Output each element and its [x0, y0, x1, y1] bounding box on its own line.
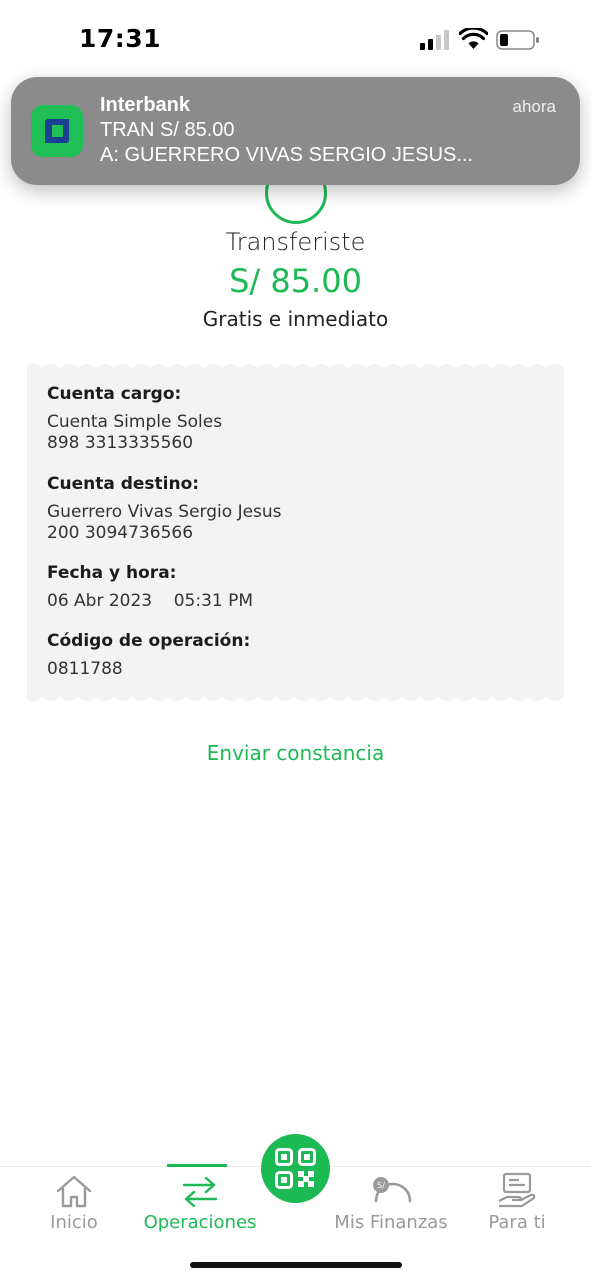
transfer-amount: S/ 85.00	[229, 262, 362, 300]
card-hand-icon	[498, 1172, 536, 1208]
notification-body: A: GUERRERO VIVAS SERGIO JESUS...	[100, 144, 474, 166]
qr-code-icon	[275, 1148, 316, 1189]
fecha-section: Fecha y hora: 06 Abr 2023 05:31 PM	[47, 563, 253, 612]
home-indicator[interactable]	[190, 1262, 402, 1268]
signal-icon	[420, 30, 449, 50]
fecha-value: 06 Abr 2023 05:31 PM	[47, 591, 254, 611]
cuenta-destino-number: 200 3094736566	[47, 523, 194, 543]
status-bar: 17:31	[0, 0, 591, 80]
cuenta-destino-label: Cuenta destino:	[47, 474, 200, 494]
cuenta-cargo-section: Cuenta cargo: Cuenta Simple Soles 898 33…	[47, 384, 222, 454]
fecha-label: Fecha y hora:	[47, 563, 177, 583]
codigo-value: 0811788	[47, 659, 123, 679]
qr-scan-button[interactable]	[261, 1134, 330, 1203]
wifi-icon	[459, 28, 488, 49]
cuenta-cargo-number: 898 3313335560	[47, 433, 194, 453]
cuenta-cargo-label: Cuenta cargo:	[47, 384, 182, 404]
codigo-label: Código de operación:	[47, 631, 251, 651]
nav-label-mis-finanzas: Mis Finanzas	[334, 1212, 448, 1233]
notification-title: TRAN S/ 85.00	[100, 119, 235, 141]
cuenta-cargo-name: Cuenta Simple Soles	[47, 412, 223, 432]
codigo-section: Código de operación: 0811788	[47, 631, 250, 680]
receipt-zigzag-top	[27, 358, 564, 368]
transfer-subtitle: Gratis e inmediato	[202, 307, 389, 331]
notification-app-name: Interbank	[100, 94, 191, 116]
receipt-zigzag-bottom	[27, 697, 564, 707]
push-notification[interactable]: Interbank ahora TRAN S/ 85.00 A: GUERRER…	[11, 77, 580, 185]
nav-active-indicator	[167, 1164, 227, 1167]
transfer-arrows-icon	[182, 1176, 218, 1208]
page-title: Transferiste	[225, 228, 366, 256]
battery-icon	[496, 30, 539, 50]
nav-label-operaciones: Operaciones	[143, 1212, 257, 1233]
send-receipt-link[interactable]: Enviar constancia	[0, 741, 591, 765]
gauge-icon: S/	[373, 1177, 412, 1203]
nav-label-para-ti: Para ti	[488, 1212, 546, 1233]
interbank-logo-icon	[31, 105, 83, 157]
status-time: 17:31	[79, 24, 162, 53]
cuenta-destino-section: Cuenta destino: Guerrero Vivas Sergio Je…	[47, 474, 282, 544]
notification-time: ahora	[512, 97, 556, 116]
svg-text:S/: S/	[377, 1181, 385, 1190]
home-icon	[56, 1175, 92, 1208]
cuenta-destino-name: Guerrero Vivas Sergio Jesus	[47, 502, 282, 522]
nav-label-inicio: Inicio	[50, 1212, 98, 1233]
